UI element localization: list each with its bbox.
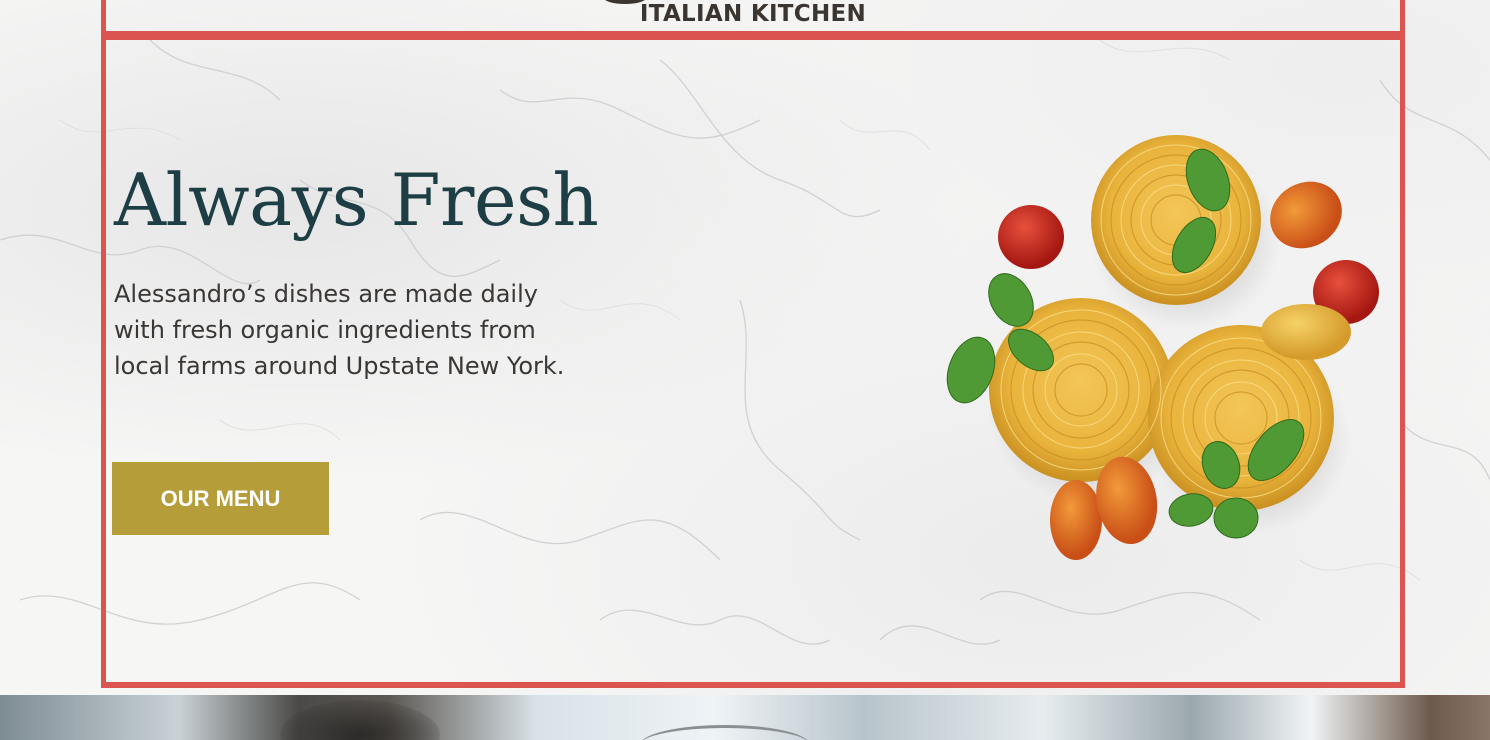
- hero-section: Always Fresh Alessandro’s dishes are mad…: [101, 40, 1405, 688]
- our-menu-button[interactable]: OUR MENU: [112, 462, 329, 535]
- restaurant-photo-strip: [0, 695, 1490, 740]
- pasta-image: [936, 120, 1381, 560]
- brand-subtitle: ITALIAN KITCHEN: [639, 1, 867, 27]
- hero-title: Always Fresh: [114, 158, 599, 242]
- hero-description: Alessandro’s dishes are made daily with …: [114, 276, 614, 384]
- hero-description-line: Alessandro’s dishes are made daily: [114, 280, 538, 308]
- hero-description-line: with fresh organic ingredients from: [114, 316, 536, 344]
- hero-description-line: local farms around Upstate New York.: [114, 352, 565, 380]
- header-frame: ITALIAN KITCHEN: [101, 0, 1405, 40]
